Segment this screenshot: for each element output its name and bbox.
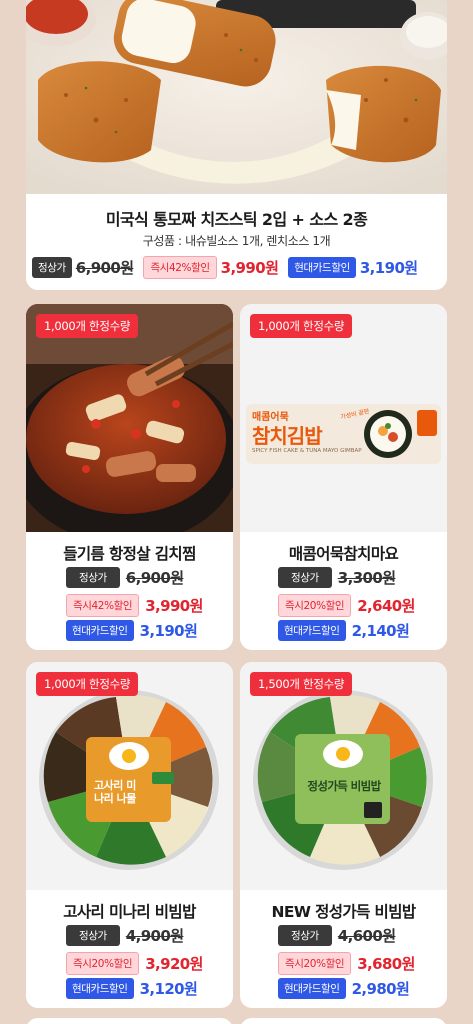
product-title: 고사리 미나리 비빔밥 <box>63 903 196 921</box>
lid-label: 정성가득 비빔밥 <box>307 779 381 793</box>
product-card[interactable]: 정성가득 비빔밥 1,500개 한정수량 NEW 정성가득 비빔밥 정상가 4,… <box>240 662 447 1008</box>
cheese-stick-image <box>26 0 447 194</box>
gimbap-image: 매콤어묵 참치김밥 SPICY FISH CAKE & TUNA MAYO GI… <box>240 304 447 532</box>
next-product-card[interactable] <box>26 1018 233 1024</box>
card-discount-price: 3,190원 <box>139 622 198 640</box>
discount-tag: 즉시42%할인 <box>66 594 140 617</box>
card-price-row: 현대카드할인 3,120원 <box>66 978 198 999</box>
discount-price-row: 즉시20%할인 2,640원 <box>278 594 415 617</box>
discount-tag: 즉시42%할인 <box>143 256 217 279</box>
regular-price-tag: 정상가 <box>66 925 120 946</box>
discount-tag: 즉시20%할인 <box>278 952 352 975</box>
gimbap-package: 매콤어묵 참치김밥 SPICY FISH CAKE & TUNA MAYO GI… <box>246 404 441 464</box>
card-discount-price: 2,980원 <box>351 980 410 998</box>
product-title: 들기름 항정살 김치찜 <box>63 545 196 563</box>
package-name: 참치김밥 <box>252 424 323 448</box>
package-label <box>417 410 437 436</box>
discount-price: 3,920원 <box>145 955 203 973</box>
card-discount-tag: 현대카드할인 <box>278 978 346 999</box>
discount-price-row: 즉시20%할인 3,920원 <box>66 952 203 975</box>
limited-quantity-badge: 1,000개 한정수량 <box>250 314 353 338</box>
product-components: 구성품 : 내슈빌소스 1개, 렌치소스 1개 <box>142 234 331 248</box>
gosari-bibimbap-image: 고사리 미나리 나물 <box>26 662 233 890</box>
kimchi-jjim-image <box>26 304 233 532</box>
card-price-row: 현대카드할인 2,140원 <box>278 620 410 641</box>
discount-price-row: 즉시20%할인 3,680원 <box>278 952 415 975</box>
limited-quantity-badge: 1,000개 한정수량 <box>36 672 139 696</box>
featured-product-card[interactable]: 미국식 통모짜 치즈스틱 2입 + 소스 2종 구성품 : 내슈빌소스 1개, … <box>26 0 447 290</box>
product-card[interactable]: 1,000개 한정수량 들기름 항정살 김치찜 정상가 6,900원 즉시42%… <box>26 304 233 650</box>
lid-label: 고사리 미나리 나물 <box>94 779 136 805</box>
regular-price: 6,900원 <box>75 259 134 277</box>
product-title: 매콤어묵참치마요 <box>288 545 399 563</box>
regular-price-tag: 정상가 <box>66 567 120 588</box>
discount-price: 3,990원 <box>220 259 279 277</box>
price-row: 정상가 6,900원 즉시42%할인 3,990원 현대카드할인 3,190원 <box>32 256 418 279</box>
discount-tag: 즉시20%할인 <box>278 594 352 617</box>
discount-price: 2,640원 <box>357 597 415 615</box>
product-card[interactable]: 고사리 미나리 나물 1,000개 한정수량 고사리 미나리 비빔밥 정상가 4… <box>26 662 233 1008</box>
product-title: 미국식 통모짜 치즈스틱 2입 + 소스 2종 <box>105 210 368 229</box>
discount-price: 3,680원 <box>357 955 415 973</box>
card-discount-tag: 현대카드할인 <box>66 978 134 999</box>
regular-price: 4,600원 <box>337 927 396 945</box>
regular-price-row: 정상가 6,900원 <box>66 567 184 588</box>
jeongseong-bibimbap-image: 정성가득 비빔밥 <box>240 662 447 890</box>
limited-quantity-badge: 1,000개 한정수량 <box>36 314 139 338</box>
package-english: SPICY FISH CAKE & TUNA MAYO GIMBAP <box>252 448 362 454</box>
regular-price: 6,900원 <box>125 569 184 587</box>
discount-price-row: 즉시42%할인 3,990원 <box>66 594 203 617</box>
discount-tag: 즉시20%할인 <box>66 952 140 975</box>
regular-price-row: 정상가 3,300원 <box>278 567 396 588</box>
product-title: NEW 정성가득 비빔밥 <box>271 903 416 921</box>
card-discount-price: 3,120원 <box>139 980 198 998</box>
regular-price-tag: 정상가 <box>32 257 72 278</box>
next-product-card[interactable] <box>240 1018 447 1024</box>
regular-price: 3,300원 <box>337 569 396 587</box>
discount-price: 3,990원 <box>145 597 203 615</box>
card-discount-price: 3,190원 <box>359 259 418 277</box>
card-price-row: 현대카드할인 3,190원 <box>66 620 198 641</box>
gimbap-roll-icon <box>364 410 412 458</box>
card-discount-tag: 현대카드할인 <box>66 620 134 641</box>
card-price-row: 현대카드할인 2,980원 <box>278 978 410 999</box>
regular-price-row: 정상가 4,900원 <box>66 925 184 946</box>
limited-quantity-badge: 1,500개 한정수량 <box>250 672 353 696</box>
regular-price-tag: 정상가 <box>278 925 332 946</box>
product-card[interactable]: 매콤어묵 참치김밥 SPICY FISH CAKE & TUNA MAYO GI… <box>240 304 447 650</box>
card-discount-tag: 현대카드할인 <box>288 257 356 278</box>
regular-price: 4,900원 <box>125 927 184 945</box>
card-discount-tag: 현대카드할인 <box>278 620 346 641</box>
regular-price-row: 정상가 4,600원 <box>278 925 396 946</box>
card-discount-price: 2,140원 <box>351 622 410 640</box>
regular-price-tag: 정상가 <box>278 567 332 588</box>
